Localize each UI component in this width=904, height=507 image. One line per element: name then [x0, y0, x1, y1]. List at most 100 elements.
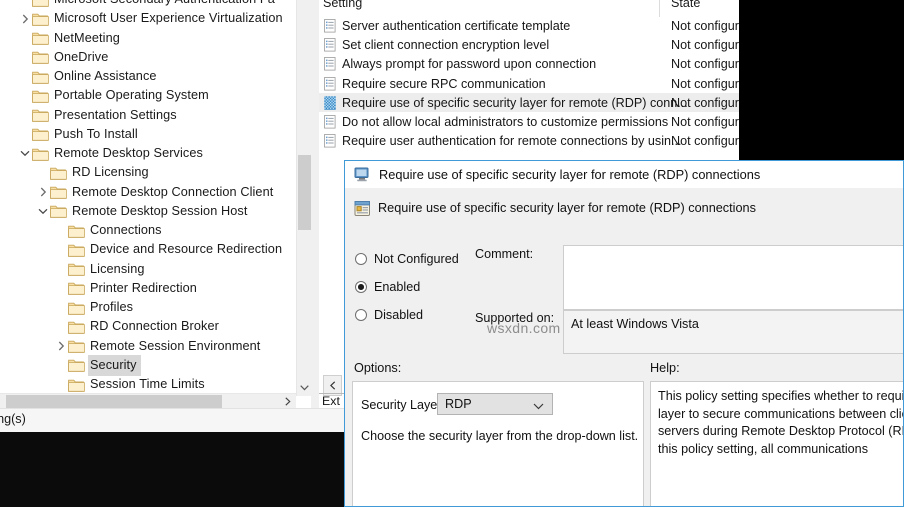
tree-item-label: Remote Desktop Session Host: [72, 202, 247, 221]
tree-vertical-scroll-thumb[interactable]: [298, 155, 311, 230]
setting-name: Server authentication certificate templa…: [342, 19, 570, 33]
tree-horizontal-scrollbar[interactable]: [0, 393, 296, 409]
tree-item[interactable]: Portable Operating System: [18, 86, 209, 105]
radio-disabled[interactable]: Disabled: [355, 306, 423, 324]
chevron-down-icon[interactable]: [533, 399, 544, 413]
tree-item-label: Device and Resource Redirection: [90, 240, 282, 259]
setting-name: Require user authentication for remote c…: [342, 134, 682, 148]
folder-icon: [50, 185, 67, 199]
tree-item[interactable]: NetMeeting: [18, 29, 120, 48]
column-header-state[interactable]: State: [671, 0, 700, 10]
options-description: Choose the security layer from the drop-…: [361, 429, 638, 443]
setting-name: Set client connection encryption level: [342, 38, 549, 52]
radio-disabled-indicator[interactable]: [355, 309, 367, 321]
tree-item[interactable]: Microsoft Secondary Authentication Fa: [18, 0, 275, 9]
tree-item[interactable]: Microsoft User Experience Virtualization: [18, 9, 283, 28]
help-panel[interactable]: This policy setting specifies whether to…: [650, 381, 904, 507]
comment-textarea[interactable]: [563, 245, 904, 310]
folder-icon: [32, 147, 49, 161]
tree-item-label: Presentation Settings: [54, 106, 177, 125]
watermark: wsxdn.com: [487, 320, 561, 336]
tree-item[interactable]: Licensing: [54, 260, 145, 279]
tree-item-label: NetMeeting: [54, 29, 120, 48]
radio-not-configured-indicator[interactable]: [355, 253, 367, 265]
tree-item-label: Remote Desktop Connection Client: [72, 183, 273, 202]
tree-item[interactable]: OneDrive: [18, 48, 108, 67]
tree-item[interactable]: Security: [54, 356, 141, 375]
tree-item-label: Printer Redirection: [90, 279, 197, 298]
supported-on-box: At least Windows Vista: [563, 310, 904, 354]
tree-item[interactable]: Remote Desktop Session Host: [36, 202, 247, 221]
folder-icon: [32, 0, 49, 7]
chevron-right-icon[interactable]: [279, 394, 296, 409]
setting-name: Always prompt for password upon connecti…: [342, 57, 596, 71]
policy-setting-icon: [324, 134, 337, 148]
policy-tree-pane[interactable]: Microsoft Secondary Authentication FaMic…: [0, 0, 311, 396]
tree-item-label: Online Assistance: [54, 67, 157, 86]
help-text: This policy setting specifies whether to…: [658, 388, 904, 458]
folder-icon: [32, 108, 49, 122]
tree-horizontal-scroll-thumb[interactable]: [6, 395, 222, 408]
policy-window-icon: [354, 167, 371, 182]
policy-setting-icon: [324, 77, 337, 91]
setting-name: Do not allow local administrators to cus…: [342, 115, 668, 129]
policy-setting-icon: [324, 115, 337, 129]
tree-item-label: OneDrive: [54, 48, 108, 67]
dialog-body: Not Configured Enabled Disabled Comment:…: [345, 233, 903, 507]
tree-item-label: RD Connection Broker: [90, 317, 219, 336]
radio-not-configured[interactable]: Not Configured: [355, 250, 459, 268]
folder-icon: [68, 243, 85, 257]
folder-icon: [68, 358, 85, 372]
folder-icon: [68, 320, 85, 334]
folder-icon: [32, 12, 49, 26]
folder-icon: [32, 50, 49, 64]
tree-item[interactable]: RD Connection Broker: [54, 317, 219, 336]
tree-item[interactable]: Profiles: [54, 298, 133, 317]
tree-item[interactable]: Remote Desktop Services: [18, 144, 203, 163]
tree-item[interactable]: RD Licensing: [36, 163, 149, 182]
security-layer-dropdown[interactable]: RDP: [437, 393, 553, 415]
setting-name: Require use of specific security layer f…: [342, 96, 688, 110]
tree-item[interactable]: Online Assistance: [18, 67, 157, 86]
dialog-header: Require use of specific security layer f…: [345, 188, 903, 233]
radio-enabled[interactable]: Enabled: [355, 278, 420, 296]
tree-item[interactable]: Printer Redirection: [54, 279, 197, 298]
folder-icon: [32, 89, 49, 103]
policy-setting-icon: [354, 200, 371, 217]
tree-item-label: Remote Session Environment: [90, 337, 260, 356]
chevron-right-icon[interactable]: [54, 341, 68, 351]
tree-item[interactable]: Presentation Settings: [18, 106, 177, 125]
help-label: Help:: [650, 361, 680, 375]
chevron-right-icon[interactable]: [36, 187, 50, 197]
folder-icon: [68, 224, 85, 238]
dialog-title: Require use of specific security layer f…: [379, 167, 760, 182]
tree-item-label: Push To Install: [54, 125, 138, 144]
chevron-down-icon[interactable]: [297, 379, 312, 396]
radio-enabled-indicator[interactable]: [355, 281, 367, 293]
folder-icon: [68, 281, 85, 295]
tree-item[interactable]: Connections: [54, 221, 162, 240]
tree-item[interactable]: Device and Resource Redirection: [54, 240, 282, 259]
tree-item-label: Profiles: [90, 298, 133, 317]
tree-item[interactable]: Remote Desktop Connection Client: [36, 183, 273, 202]
tree-vertical-scrollbar[interactable]: [296, 0, 312, 396]
policy-setting-selected-icon: [324, 96, 337, 110]
chevron-right-icon[interactable]: [18, 14, 32, 24]
pane-splitter[interactable]: [311, 0, 319, 408]
tree-item[interactable]: Remote Session Environment: [54, 337, 260, 356]
tree-item[interactable]: Session Time Limits: [54, 375, 205, 394]
security-layer-value: RDP: [445, 397, 472, 411]
tree-item-label: Microsoft Secondary Authentication Fa: [54, 0, 275, 9]
tree-item[interactable]: Push To Install: [18, 125, 138, 144]
black-occluded-region-top: [739, 0, 904, 162]
dialog-titlebar[interactable]: Require use of specific security layer f…: [345, 161, 903, 188]
column-header-setting[interactable]: Setting: [323, 0, 362, 10]
dialog-header-title: Require use of specific security layer f…: [378, 201, 756, 215]
chevron-down-icon[interactable]: [18, 150, 32, 157]
tree-item-label: Session Time Limits: [90, 375, 205, 394]
chevron-down-icon[interactable]: [36, 208, 50, 215]
policy-setting-icon: [324, 57, 337, 71]
tree-item-label: Connections: [90, 221, 162, 240]
policy-setting-icon: [324, 19, 337, 33]
comment-label: Comment:: [475, 247, 533, 261]
